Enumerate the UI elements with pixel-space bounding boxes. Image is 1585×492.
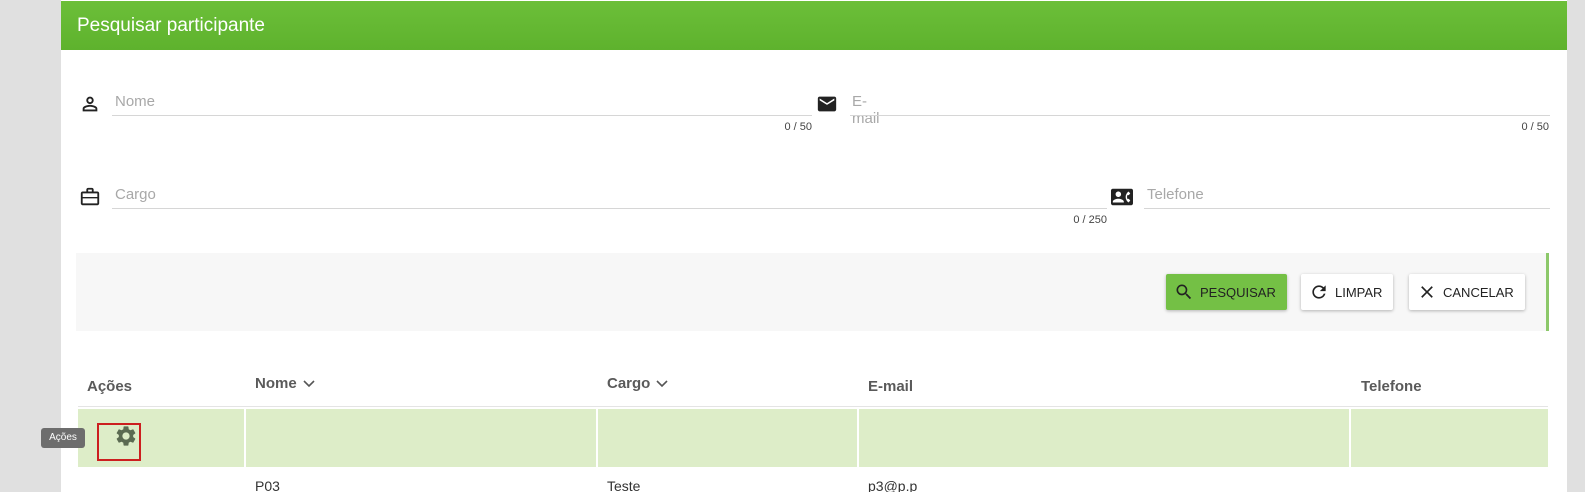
column-header-email-label: E-mail (868, 378, 914, 395)
row-role-cell (598, 409, 857, 467)
column-header-role[interactable]: Cargo (607, 375, 668, 392)
cancel-button[interactable]: CANCELAR (1409, 274, 1525, 310)
chevron-down-icon (656, 379, 668, 387)
cancel-button-label: CANCELAR (1443, 284, 1514, 300)
row-phone-cell (1351, 409, 1548, 467)
name-counter: 0 / 50 (784, 121, 812, 133)
close-icon (1421, 286, 1433, 298)
scrollbar-area (1567, 0, 1585, 492)
name-underline (112, 115, 812, 116)
column-header-actions-label: Ações (87, 378, 133, 395)
column-header-name[interactable]: Nome (255, 375, 315, 392)
search-participant-dialog: Pesquisar participante Nome 0 / 50 E-mai… (61, 0, 1567, 492)
table-row[interactable] (78, 409, 1548, 467)
search-icon (1176, 284, 1192, 300)
person-icon (79, 93, 101, 115)
email-underline (850, 115, 1550, 116)
name-placeholder: Nome (115, 93, 156, 110)
row-name-cell (246, 409, 596, 467)
phone-placeholder: Telefone (1147, 186, 1204, 203)
row2-email: p3@p.p (868, 478, 918, 492)
dialog-title: Pesquisar participante (61, 1, 1567, 50)
column-header-name-label: Nome (255, 375, 297, 392)
phone-underline (1144, 208, 1550, 209)
row2-role: Teste (607, 478, 641, 492)
column-header-role-label: Cargo (607, 375, 651, 392)
role-underline (112, 208, 1107, 209)
gear-highlight-box (97, 423, 141, 461)
table-header-divider (78, 406, 1548, 407)
column-header-email: E-mail (868, 378, 913, 395)
role-placeholder: Cargo (115, 186, 156, 203)
column-header-phone: Telefone (1361, 378, 1422, 395)
actions-tooltip: Ações (41, 428, 85, 448)
mail-icon (816, 93, 838, 115)
search-button[interactable]: PESQUISAR (1166, 274, 1287, 310)
email-placeholder: E-mail (852, 93, 880, 127)
row-email-cell (859, 409, 1349, 467)
column-header-actions: Ações (87, 378, 132, 395)
clear-button-label: LIMPAR (1335, 284, 1383, 300)
row2-name: P03 (255, 478, 280, 492)
chevron-down-icon (303, 379, 315, 387)
refresh-icon (1312, 285, 1326, 299)
background-gutter (0, 0, 61, 492)
role-counter: 0 / 250 (1073, 214, 1107, 226)
actions-bar-accent (1546, 253, 1549, 331)
contact-phone-icon (1110, 186, 1133, 208)
column-header-phone-label: Telefone (1361, 378, 1422, 395)
email-counter: 0 / 50 (1521, 121, 1549, 133)
briefcase-icon (79, 186, 101, 208)
search-button-label: PESQUISAR (1200, 284, 1276, 300)
clear-button[interactable]: LIMPAR (1301, 274, 1393, 310)
